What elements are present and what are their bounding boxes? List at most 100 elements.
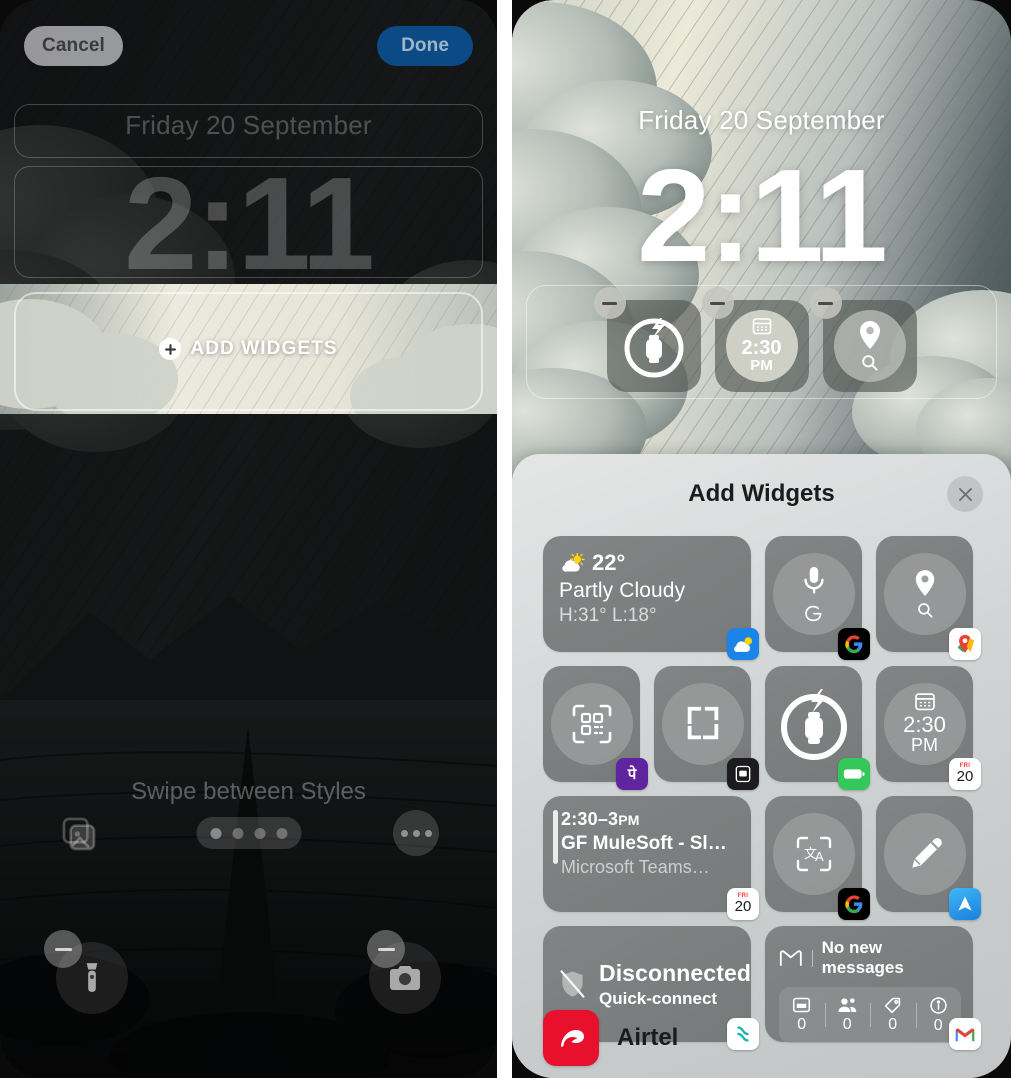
weather-app-icon: [727, 628, 759, 660]
paper-app-icon: [949, 888, 981, 920]
translate-scan-icon: 文 A: [796, 836, 831, 872]
editor-topbar: Cancel Done: [0, 26, 497, 68]
cancel-button-label: Cancel: [42, 35, 105, 56]
pen-icon: [911, 838, 942, 868]
google-app-icon: [838, 888, 870, 920]
calendar-icon: [914, 693, 935, 711]
done-button-label: Done: [401, 35, 449, 56]
swipe-styles-hint: Swipe between Styles: [131, 778, 366, 805]
ellipsis-icon: [412, 829, 420, 837]
widget-tile-google-assistant[interactable]: [765, 536, 870, 660]
gmail-divider: [811, 949, 813, 967]
widget-row: 22° Partly Cloudy H:31° L:18°: [543, 536, 981, 660]
page-dot[interactable]: [254, 827, 265, 839]
widget-tile-google-translate[interactable]: 文 A: [765, 796, 870, 920]
lockscreen-widget-calendar-time[interactable]: 2:30 PM: [701, 287, 809, 392]
widget-tile-screenshot-crop[interactable]: [654, 666, 759, 790]
vpn-text: Disconnected Quick-connect: [599, 960, 751, 1009]
map-pin-icon: [915, 570, 934, 596]
lockscreen-date-left: Friday 20 September: [125, 110, 372, 140]
widget-tile-google-maps-search[interactable]: [876, 536, 981, 660]
google-app-icon: [838, 628, 870, 660]
widget-grid: 22° Partly Cloudy H:31° L:18° पे 2:30 PM…: [543, 536, 981, 1056]
google-g-icon: [805, 605, 822, 621]
remove-widget-button[interactable]: [809, 287, 842, 319]
page-dot[interactable]: [232, 827, 243, 839]
calendar-time-circle: 2:30 PM: [883, 683, 966, 765]
pen-circle: [883, 813, 966, 895]
event-title: GF MuleSoft - Sl…: [561, 833, 727, 854]
event-content: 2:30–3PM GF MuleSoft - Sl… Microsoft Tea…: [543, 796, 751, 878]
widget-row: पे 2:30 PM FRI 20: [543, 666, 981, 790]
weather-content: 22° Partly Cloudy H:31° L:18°: [543, 536, 751, 627]
add-widgets-button[interactable]: ADD WIDGETS: [0, 334, 497, 364]
widget-tile-markup-pen[interactable]: [876, 796, 981, 920]
sheet-title: Add Widgets: [688, 480, 835, 507]
remove-widget-button[interactable]: [701, 287, 734, 319]
lockscreen-time-left: 2:11: [124, 150, 375, 297]
gmail-header-text: No new messages: [821, 938, 904, 977]
right-lockscreen-with-sheet: Friday 20 September 2:11 2:30 PM Add Wid…: [512, 0, 1011, 1078]
page-dot[interactable]: [210, 827, 221, 839]
close-icon[interactable]: [947, 476, 983, 512]
google-maps-app-icon: [949, 628, 981, 660]
maps-search-circle: [833, 310, 906, 382]
app-list-row-airtel[interactable]: Airtel: [543, 1010, 980, 1066]
remove-camera-button[interactable]: [367, 930, 405, 968]
remove-flashlight-button[interactable]: [44, 930, 82, 968]
calendar-badge-day: 20: [956, 768, 974, 786]
weather-condition: Partly Cloudy: [559, 579, 686, 602]
qr-scan-icon: [572, 704, 611, 744]
app-name: Airtel: [617, 1024, 679, 1051]
left-phone-panel: Cancel Done Friday 20 September 2:11 ADD…: [0, 0, 497, 1078]
weather-temperature: 22°: [592, 550, 626, 575]
watch-charging-icon: [780, 689, 847, 760]
partly-cloudy-icon: [562, 553, 585, 572]
more-options-button[interactable]: [393, 810, 439, 856]
plus-icon: [159, 338, 182, 360]
gmail-header: No new messages: [779, 938, 961, 978]
add-widgets-label: ADD WIDGETS: [190, 338, 338, 359]
phonepe-app-icon: पे: [616, 758, 648, 790]
ellipsis-icon: [424, 829, 432, 837]
calendar-tile-meridiem: PM: [911, 735, 938, 756]
widget-tile-weather[interactable]: 22° Partly Cloudy H:31° L:18°: [543, 536, 759, 660]
svg-text:A: A: [815, 849, 824, 864]
microphone-icon: [803, 566, 824, 594]
calendar-widget-time: 2:30: [741, 337, 782, 360]
gmail-m-icon: [779, 949, 802, 966]
crop-circle: [661, 683, 744, 765]
lockscreen-date-right: Friday 20 September: [638, 105, 885, 135]
event-time-range: 2:30–3: [561, 809, 619, 829]
cancel-button[interactable]: Cancel: [24, 26, 123, 66]
photo-picker-button[interactable]: [55, 810, 103, 858]
ellipsis-icon: [400, 829, 408, 837]
left-lockscreen-editor: Cancel Done Friday 20 September 2:11 ADD…: [0, 0, 497, 1078]
page-dot[interactable]: [276, 827, 287, 839]
widget-tile-watch-battery[interactable]: [765, 666, 870, 790]
widget-tile-calendar-event[interactable]: 2:30–3PM GF MuleSoft - Sl… Microsoft Tea…: [543, 796, 759, 920]
calendar-widget-meridiem: PM: [750, 357, 773, 375]
style-page-dots[interactable]: [196, 817, 301, 849]
done-button[interactable]: Done: [377, 26, 473, 66]
lockscreen-time-right: 2:11: [637, 142, 888, 289]
airtel-app-icon: [543, 1010, 599, 1066]
event-time-meridiem: PM: [618, 812, 640, 828]
translate-circle: 文 A: [772, 813, 855, 895]
calendar-app-icon: FRI 20: [949, 758, 981, 790]
shield-off-icon: [560, 970, 585, 998]
event-time: 2:30–3PM: [561, 809, 739, 830]
widget-tile-phonepe-scan[interactable]: पे: [543, 666, 648, 790]
calendar-badge-day: 20: [734, 898, 752, 916]
widget-tile-calendar-time[interactable]: 2:30 PM FRI 20: [876, 666, 981, 790]
cleanshot-app-icon: [727, 758, 759, 790]
scan-circle: [550, 683, 633, 765]
lockscreen-widget-watch-battery[interactable]: [593, 287, 701, 392]
event-accent-bar: [553, 810, 558, 864]
add-widgets-sheet: Add Widgets 22° Partly Cloudy H:31° L:18…: [512, 454, 1011, 1078]
screenshot-stage: Cancel Done Friday 20 September 2:11 ADD…: [0, 0, 1011, 1078]
remove-widget-button[interactable]: [593, 287, 626, 319]
vpn-subtitle: Quick-connect: [598, 988, 718, 1008]
weather-temp-row: 22°: [559, 550, 751, 576]
lockscreen-widget-maps-search[interactable]: [809, 287, 917, 392]
